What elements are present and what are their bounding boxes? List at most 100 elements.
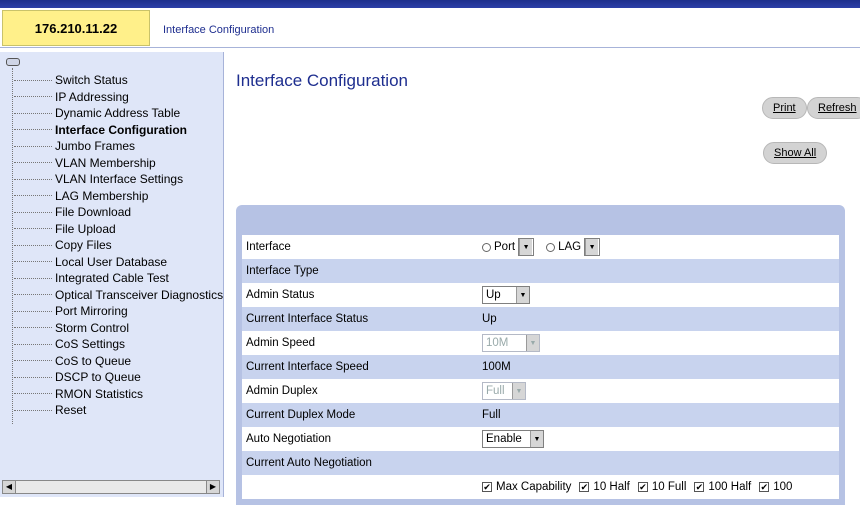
auto-negotiation-value: Enable: [486, 433, 522, 445]
tree-branch: [14, 294, 52, 296]
sidebar-item[interactable]: Dynamic Address Table: [14, 105, 223, 122]
sidebar-item-label: Switch Status: [55, 73, 128, 87]
current-duplex-label: Current Duplex Mode: [246, 409, 356, 421]
sidebar-item-label: VLAN Membership: [55, 155, 156, 170]
sidebar-item[interactable]: Local User Database: [14, 254, 223, 271]
capability-checkbox[interactable]: ✔: [759, 482, 770, 492]
chevron-down-icon: ▼: [585, 239, 599, 255]
show-all-button[interactable]: Show All: [763, 142, 828, 164]
sidebar-item[interactable]: DSCP to Queue: [14, 369, 223, 386]
capability-option: ✔ 100 Half: [694, 481, 751, 493]
lag-radio[interactable]: [546, 242, 556, 252]
tree-branch: [14, 376, 52, 378]
sidebar-item[interactable]: File Download: [14, 204, 223, 221]
chevron-down-icon: ▼: [516, 287, 529, 303]
current-speed-value: 100M: [482, 361, 511, 373]
tree-branch: [14, 162, 52, 164]
sidebar-item-label: RMON Statistics: [55, 386, 144, 401]
capability-checkbox[interactable]: ✔: [694, 482, 705, 492]
row-current-duplex: Current Duplex Mode Full: [242, 403, 839, 427]
sidebar-item[interactable]: Switch Status: [14, 72, 223, 89]
sidebar-item[interactable]: Interface Configuration: [14, 122, 223, 139]
chevron-down-icon: ▼: [530, 431, 543, 447]
capability-option: ✔ 10 Half: [579, 481, 630, 493]
row-current-auto-negotiation: Current Auto Negotiation: [242, 451, 839, 475]
tree-branch: [14, 195, 52, 197]
admin-status-select[interactable]: Up ▼: [482, 286, 530, 304]
sidebar-item-label: Interface Configuration: [55, 122, 188, 137]
interface-type-label: Interface Type: [246, 265, 319, 277]
tree-branch: [14, 310, 52, 312]
row-interface-type: Interface Type: [242, 259, 839, 283]
sidebar-item-label: File Upload: [55, 221, 116, 236]
sidebar-item-label: Local User Database: [55, 254, 168, 269]
current-status-label: Current Interface Status: [246, 313, 369, 325]
tree-branch: [14, 211, 52, 213]
row-interface: Interface Port ▼ LAG ▼: [242, 235, 839, 259]
sidebar-item[interactable]: File Upload: [14, 221, 223, 238]
page-title: Interface Configuration: [236, 71, 408, 90]
port-radio-label: Port: [494, 241, 516, 253]
sidebar-item[interactable]: Copy Files: [14, 237, 223, 254]
sidebar-item-label: Dynamic Address Table: [55, 106, 181, 120]
scroll-left-arrow-icon[interactable]: ◀: [3, 481, 16, 493]
tree-branch: [14, 244, 52, 246]
tree-branch: [14, 393, 52, 395]
sidebar-item[interactable]: RMON Statistics: [14, 386, 223, 403]
sidebar-item[interactable]: Storm Control: [14, 320, 223, 337]
row-admin-status: Admin Status Up ▼: [242, 283, 839, 307]
row-current-speed: Current Interface Speed 100M: [242, 355, 839, 379]
capability-label: 100 Half: [708, 481, 752, 493]
admin-duplex-select[interactable]: Full ▼: [482, 382, 526, 400]
sidebar-nav: Switch Status IP Addressing Dynamic Addres…: [14, 72, 223, 419]
sidebar-item[interactable]: Integrated Cable Test: [14, 270, 223, 287]
sidebar-item[interactable]: Jumbo Frames: [14, 138, 223, 155]
sidebar-item[interactable]: VLAN Interface Settings: [14, 171, 223, 188]
tree-branch: [14, 261, 52, 263]
sidebar-item[interactable]: VLAN Membership: [14, 155, 223, 172]
print-button[interactable]: Print: [762, 97, 807, 119]
sidebar-item-label: CoS Settings: [55, 337, 126, 351]
row-auto-negotiation: Auto Negotiation Enable ▼: [242, 427, 839, 451]
sidebar-item[interactable]: CoS to Queue: [14, 353, 223, 370]
breadcrumb: Interface Configuration: [163, 24, 275, 36]
sidebar-item[interactable]: CoS Settings: [14, 336, 223, 353]
lag-radio-label: LAG: [558, 241, 582, 253]
capability-option: ✔ 100: [759, 481, 792, 493]
capability-checkbox[interactable]: ✔: [637, 482, 648, 492]
auto-negotiation-select[interactable]: Enable ▼: [482, 430, 544, 448]
port-radio[interactable]: [482, 242, 491, 252]
capability-checkbox[interactable]: ✔: [579, 482, 590, 492]
chevron-down-icon: ▼: [519, 239, 533, 255]
admin-speed-select[interactable]: 10M ▼: [482, 334, 540, 352]
tree-root-icon: [6, 58, 20, 66]
sidebar-item[interactable]: IP Addressing: [14, 89, 223, 106]
tree-branch: [14, 178, 52, 180]
sidebar-item-label: Optical Transceiver Diagnostics: [55, 287, 224, 302]
chevron-down-icon: ▼: [526, 335, 539, 351]
sidebar-item-label: CoS to Queue: [55, 353, 132, 368]
sidebar-item[interactable]: LAG Membership: [14, 188, 223, 205]
sidebar-item-label: VLAN Interface Settings: [55, 172, 184, 186]
lag-select[interactable]: ▼: [584, 238, 601, 256]
interface-config-panel: Interface Port ▼ LAG ▼ Interface Type Ad…: [236, 205, 845, 505]
current-auto-negotiation-label: Current Auto Negotiation: [246, 457, 372, 469]
port-select[interactable]: ▼: [518, 238, 535, 256]
sidebar-item-label: File Download: [55, 205, 132, 219]
sidebar-item[interactable]: Reset: [14, 402, 223, 419]
admin-status-value: Up: [486, 289, 501, 301]
sidebar-item[interactable]: Port Mirroring: [14, 303, 223, 320]
auto-negotiation-label: Auto Negotiation: [246, 433, 332, 445]
sidebar-item-label: Port Mirroring: [55, 304, 128, 318]
tree-branch: [14, 360, 52, 362]
admin-duplex-label: Admin Duplex: [246, 385, 318, 397]
capability-label: 10 Half: [593, 481, 630, 493]
admin-speed-label: Admin Speed: [246, 337, 316, 349]
tree-branch: [14, 112, 52, 114]
scroll-right-arrow-icon[interactable]: ▶: [206, 481, 219, 493]
refresh-button[interactable]: Refresh: [807, 97, 860, 119]
sidebar-item[interactable]: Optical Transceiver Diagnostics: [14, 287, 223, 304]
capability-checkbox[interactable]: ✔: [482, 482, 492, 492]
capability-label: 10 Full: [651, 481, 687, 493]
sidebar-horizontal-scrollbar[interactable]: ◀ ▶: [2, 480, 220, 494]
